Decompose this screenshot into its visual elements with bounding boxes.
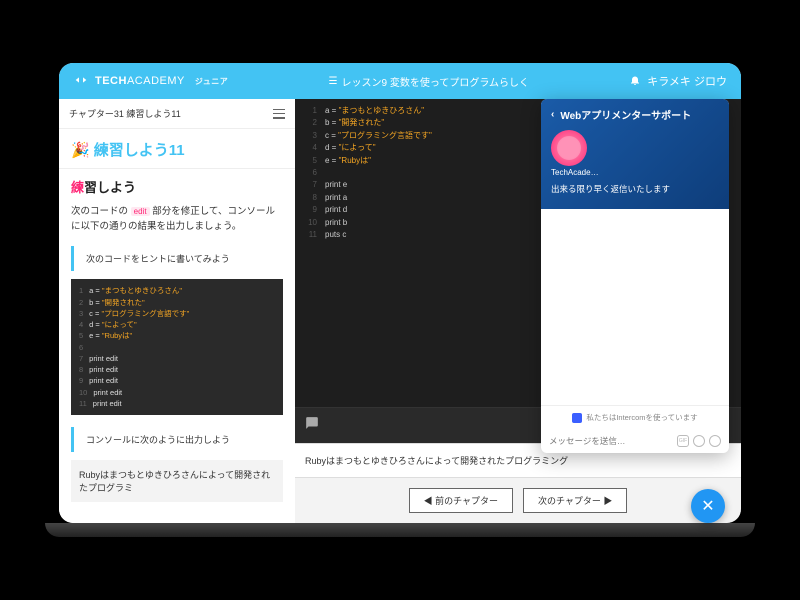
chapter-title: 練習しよう11 [94, 139, 185, 160]
code-icon [73, 72, 89, 91]
chat-message-input[interactable] [549, 436, 673, 446]
logo[interactable]: TECHACADEMY ジュニア [73, 72, 228, 91]
brand-text: TECHACADEMY [95, 75, 185, 87]
bot-name: TechAcade… [551, 168, 719, 177]
brand-junior: ジュニア [195, 76, 228, 87]
emoji-icon[interactable] [693, 435, 705, 447]
list-icon: ☰ [329, 76, 338, 87]
hint-code: 1a = "まつもとゆきひろさん"2b = "開発された"3c = "プログラミ… [71, 279, 283, 415]
intercom-icon [572, 413, 582, 423]
expected-output: Rubyはまつもとゆきひろさんによって開発されたプログラミ [71, 460, 283, 502]
chat-close-button[interactable]: ✕ [691, 489, 725, 523]
console-heading: コンソールに次のように出力しよう [71, 427, 283, 452]
attachment-icon[interactable] [709, 435, 721, 447]
user-name[interactable]: キラメキ ジロウ [647, 73, 727, 89]
bot-avatar [551, 130, 587, 166]
edit-badge: edit [131, 207, 150, 216]
app-header: TECHACADEMY ジュニア ☰ レッスン9 変数を使ってプログラムらしく … [59, 63, 741, 99]
sparkle-icon: 🎉 [71, 141, 90, 159]
chat-title: Webアプリメンターサポート [560, 107, 691, 122]
chevron-left-icon[interactable]: ‹ [551, 109, 554, 120]
support-chat: ‹ Webアプリメンターサポート TechAcade… 出来る限り早く返信いたし… [541, 99, 729, 453]
chapter-label: チャプター31 練習しよう11 [69, 107, 181, 120]
section-heading: 練習しよう [59, 169, 295, 200]
bell-icon[interactable] [629, 74, 641, 89]
comment-icon [305, 416, 319, 430]
instruction-text: 次のコードの edit 部分を修正して、コンソールに以下の通りの結果を出力しまし… [59, 200, 295, 242]
close-icon: ✕ [701, 496, 714, 516]
lesson-panel: チャプター31 練習しよう11 🎉 練習しよう11 練習しよう 次のコードの e… [59, 99, 295, 523]
prev-chapter-button[interactable]: ◀ 前のチャプター [409, 488, 513, 513]
lesson-title[interactable]: ☰ レッスン9 変数を使ってプログラムらしく [228, 74, 629, 89]
hint-heading: 次のコードをヒントに書いてみよう [71, 246, 283, 271]
menu-icon[interactable] [273, 109, 285, 119]
laptop-base [45, 523, 755, 537]
intercom-branding[interactable]: 私たちはIntercomを使っています [541, 406, 729, 429]
gif-icon[interactable]: GIF [677, 435, 689, 447]
chat-greeting: 出来る限り早く返信いたします [551, 183, 719, 195]
next-chapter-button[interactable]: 次のチャプター ▶ [523, 488, 627, 513]
